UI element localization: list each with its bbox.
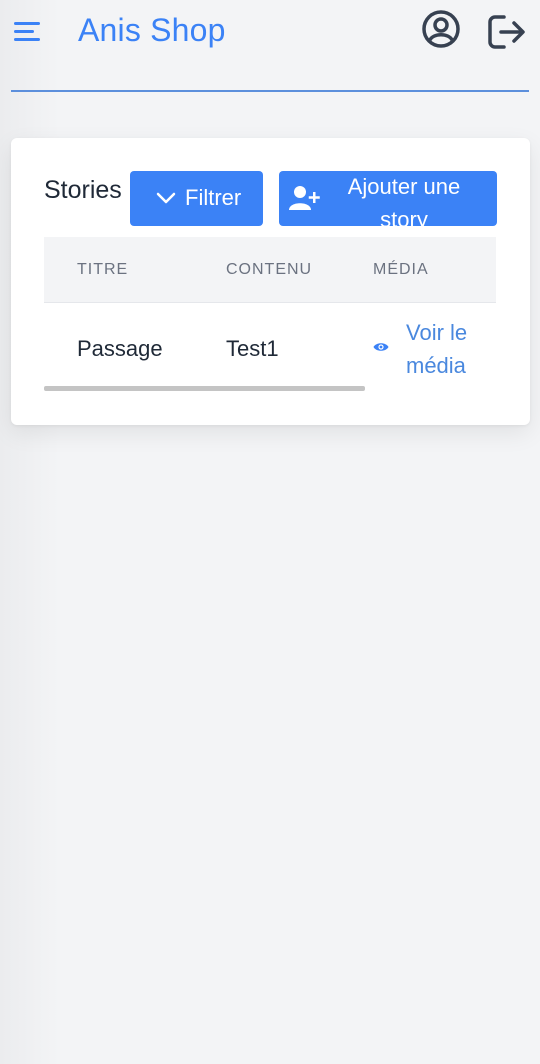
card-title: Stories [44, 176, 122, 204]
cell-titre: Passage [77, 336, 163, 361]
view-media-label: Voir le média [406, 320, 468, 378]
table-header-row: TITRE CONTENU MÉDIA [44, 237, 496, 303]
user-plus-icon [289, 185, 321, 216]
page: Anis Shop Stories Filtrer Ajouter une st… [0, 0, 540, 1064]
chevron-down-icon [156, 191, 176, 210]
view-media-link[interactable]: Voir le média [373, 316, 483, 380]
logout-icon[interactable] [486, 12, 528, 52]
column-header-titre: TITRE [77, 261, 129, 278]
stories-card: Stories Filtrer Ajouter une story TITRE … [11, 138, 530, 425]
header-divider [11, 90, 529, 92]
add-story-button[interactable]: Ajouter une story [279, 171, 497, 232]
cell-contenu: Test1 [226, 336, 279, 361]
app-header: Anis Shop [0, 0, 540, 95]
app-title: Anis Shop [78, 12, 226, 48]
user-circle-icon[interactable] [420, 8, 462, 50]
add-story-button-label: Ajouter une story [347, 174, 461, 232]
menu-icon[interactable] [12, 18, 44, 48]
column-header-contenu: CONTENU [226, 261, 313, 278]
column-header-media: MÉDIA [373, 261, 429, 278]
filter-button-label: Filtrer [185, 185, 242, 210]
horizontal-scrollbar[interactable] [44, 386, 365, 391]
filter-button[interactable]: Filtrer [130, 171, 263, 226]
eye-icon [373, 340, 389, 358]
